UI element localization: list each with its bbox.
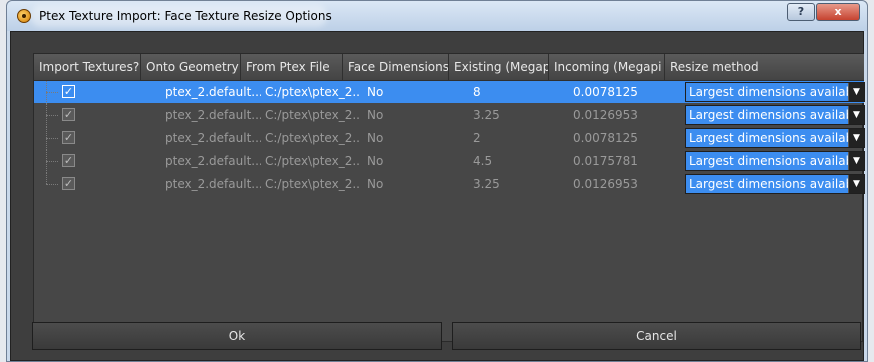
help-button[interactable]: ?: [787, 3, 815, 21]
resize-method-dropdown[interactable]: Largest dimensions available p▼: [685, 105, 865, 125]
chevron-down-icon[interactable]: ▼: [848, 175, 864, 193]
existing-cell: 2: [473, 131, 481, 145]
tree-line: [46, 173, 48, 184]
table-header: Import Textures? Onto Geometry From Ptex…: [34, 54, 864, 81]
geometry-cell: ptex_2.default....: [165, 177, 261, 191]
window-title: Ptex Texture Import: Face Texture Resize…: [39, 9, 332, 23]
column-header-geometry[interactable]: Onto Geometry: [141, 54, 241, 80]
table-row[interactable]: ✓ ptex_2.default.... C:/ptex\ptex_2... No 3.…: [34, 104, 865, 127]
geometry-cell: ptex_2.default....: [165, 131, 261, 145]
resize-method-value: Largest dimensions available p: [689, 108, 849, 122]
tree-branch: [46, 138, 58, 139]
resize-method-dropdown[interactable]: Largest dimensions available p▼: [685, 128, 865, 148]
close-button[interactable]: x: [816, 3, 860, 21]
geometry-cell: ptex_2.default....: [165, 108, 261, 122]
existing-cell: 3.25: [473, 177, 500, 191]
ok-button[interactable]: Ok: [32, 322, 442, 350]
incoming-cell: 0.0078125: [573, 131, 638, 145]
table-row[interactable]: ✓ ptex_2.default.... C:/ptex\ptex_2... No 3.…: [34, 173, 865, 195]
file-cell: C:/ptex\ptex_2...: [265, 177, 361, 191]
tree-branch: [46, 184, 58, 185]
geometry-cell: ptex_2.default....: [165, 154, 261, 168]
table-row[interactable]: ✓ ptex_2.default.... C:/ptex\ptex_2... No 8 0…: [34, 81, 865, 104]
face-dimensions-cell: No: [367, 177, 384, 191]
table-row[interactable]: ✓ ptex_2.default.... C:/ptex\ptex_2... No 4.…: [34, 150, 865, 173]
file-cell: C:/ptex\ptex_2...: [265, 131, 361, 145]
title-bar[interactable]: Ptex Texture Import: Face Texture Resize…: [7, 1, 867, 31]
column-header-import[interactable]: Import Textures?: [34, 54, 141, 80]
existing-cell: 4.5: [473, 154, 493, 168]
import-checkbox[interactable]: ✓: [62, 131, 75, 144]
resize-method-dropdown[interactable]: Largest dimensions available p▼: [685, 174, 865, 194]
resize-method-value: Largest dimensions available p: [689, 177, 849, 191]
resize-method-dropdown[interactable]: Largest dimensions available p▼: [685, 151, 865, 171]
face-dimensions-cell: No: [367, 108, 384, 122]
incoming-cell: 0.0078125: [573, 85, 638, 99]
dialog-client-area: Import Textures? Onto Geometry From Ptex…: [10, 31, 865, 361]
face-dimensions-cell: No: [367, 154, 384, 168]
face-dimensions-cell: No: [367, 85, 384, 99]
column-header-resize-method[interactable]: Resize method: [665, 54, 864, 80]
chevron-down-icon[interactable]: ▼: [848, 106, 864, 124]
existing-cell: 8: [473, 85, 481, 99]
file-cell: C:/ptex\ptex_2...: [265, 85, 361, 99]
import-checkbox[interactable]: ✓: [62, 108, 75, 121]
tree-branch: [46, 115, 58, 116]
column-header-existing[interactable]: Existing (Megapi: [449, 54, 549, 80]
chevron-down-icon[interactable]: ▼: [848, 83, 864, 101]
column-header-incoming[interactable]: Incoming (Megapi: [549, 54, 665, 80]
chevron-down-icon[interactable]: ▼: [848, 129, 864, 147]
resize-method-value: Largest dimensions available p: [689, 131, 849, 145]
chevron-down-icon[interactable]: ▼: [848, 152, 864, 170]
texture-table: Import Textures? Onto Geometry From Ptex…: [33, 53, 865, 342]
incoming-cell: 0.0175781: [573, 154, 638, 168]
import-checkbox[interactable]: ✓: [62, 154, 75, 167]
import-checkbox[interactable]: ✓: [62, 85, 75, 98]
column-header-file[interactable]: From Ptex File: [241, 54, 343, 80]
ptex-app-icon: [17, 9, 31, 23]
resize-method-value: Largest dimensions available p: [689, 85, 849, 99]
geometry-cell: ptex_2.default....: [165, 85, 261, 99]
dialog-window: Ptex Texture Import: Face Texture Resize…: [6, 0, 868, 362]
incoming-cell: 0.0126953: [573, 177, 638, 191]
face-dimensions-cell: No: [367, 131, 384, 145]
resize-method-dropdown[interactable]: Largest dimensions available p▼: [685, 82, 865, 102]
incoming-cell: 0.0126953: [573, 108, 638, 122]
tree-branch: [46, 161, 58, 162]
cancel-button[interactable]: Cancel: [452, 322, 861, 350]
existing-cell: 3.25: [473, 108, 500, 122]
file-cell: C:/ptex\ptex_2...: [265, 154, 361, 168]
column-header-face-dimensions[interactable]: Face Dimensions: [343, 54, 449, 80]
import-checkbox[interactable]: ✓: [62, 177, 75, 190]
file-cell: C:/ptex\ptex_2...: [265, 108, 361, 122]
tree-branch: [46, 92, 58, 93]
resize-method-value: Largest dimensions available p: [689, 154, 849, 168]
table-row[interactable]: ✓ ptex_2.default.... C:/ptex\ptex_2... No 2 0…: [34, 127, 865, 150]
